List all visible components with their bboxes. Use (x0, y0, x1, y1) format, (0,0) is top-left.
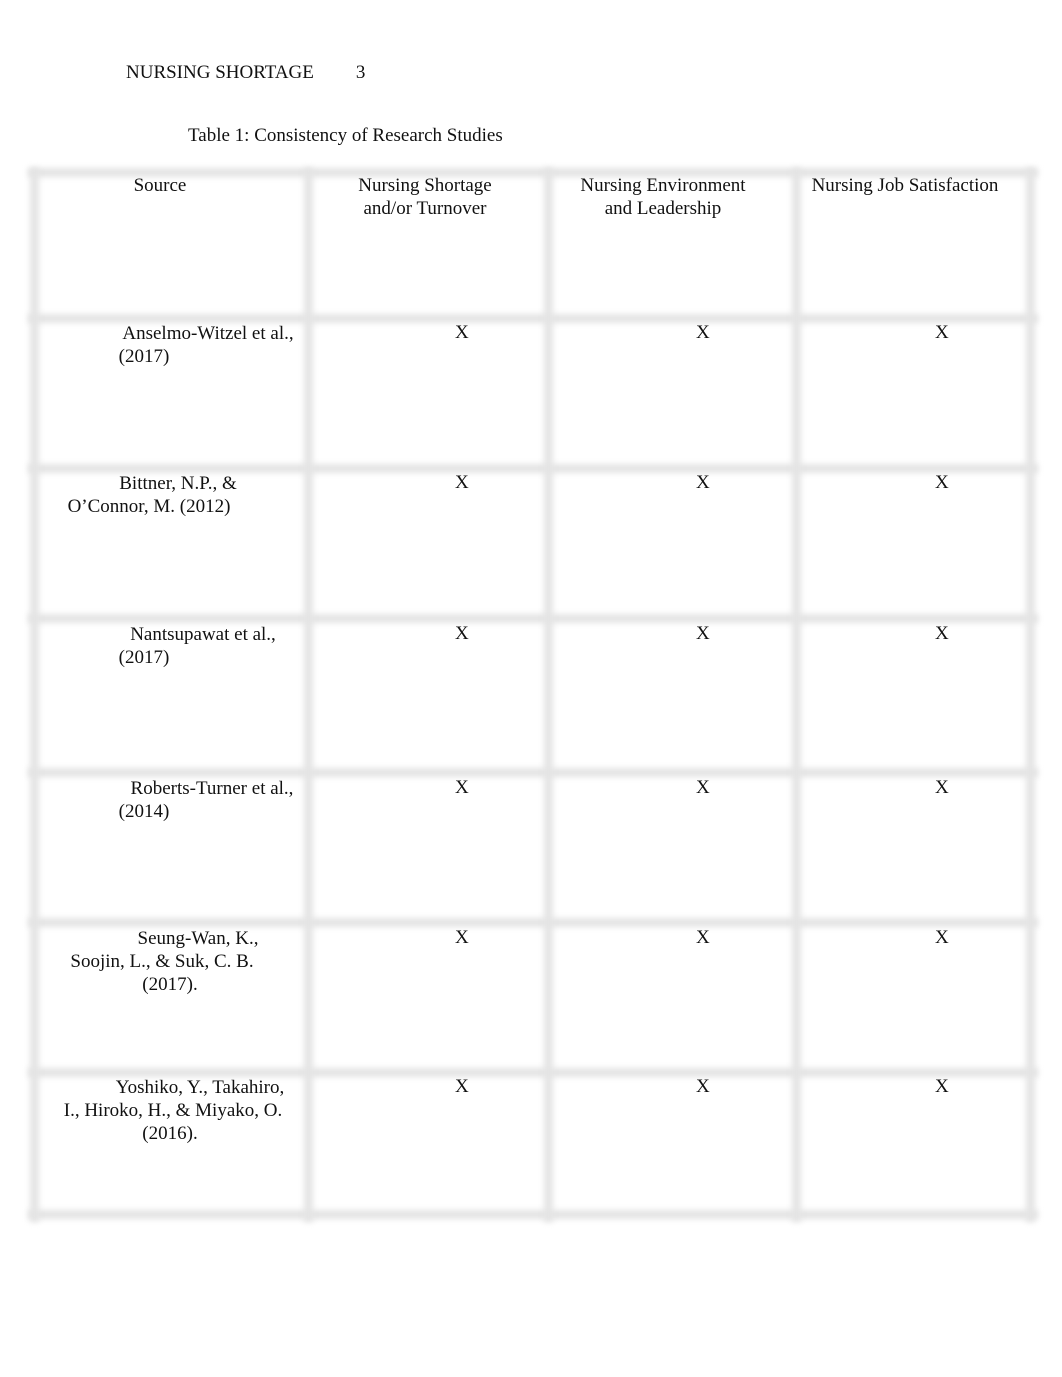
column-header-line: Nursing Shortage (358, 175, 492, 196)
column-header-line: and Leadership (604, 198, 722, 219)
running-head: NURSING SHORTAGE 3 (126, 62, 365, 84)
table-row-source: Anselmo-Witzel et al., (2017) (28, 322, 318, 368)
check-mark-shortage: X (455, 777, 469, 798)
check-mark-environment: X (696, 1076, 710, 1097)
column-header-shortage-turnover: Nursing Shortage and/or Turnover (325, 174, 525, 220)
source-line: I., Hiroko, H., & Miyako, O. (63, 1100, 283, 1121)
source-line: (2017) (118, 346, 170, 367)
check-mark-satisfaction: X (935, 322, 949, 343)
check-mark-shortage: X (455, 623, 469, 644)
column-header-source: Source (68, 174, 252, 197)
source-line: Yoshiko, Y., Takahiro, (115, 1077, 285, 1098)
column-header-environment-leadership: Nursing Environment and Leadership (563, 174, 763, 220)
page-number: 3 (355, 62, 366, 83)
source-line: (2017) (118, 647, 170, 668)
column-divider (544, 168, 553, 1222)
check-mark-shortage: X (455, 472, 469, 493)
table-row-source: Nantsupawat et al., (2017) (28, 623, 318, 669)
column-header-job-satisfaction: Nursing Job Satisfaction (798, 174, 1012, 197)
row-divider (28, 768, 1038, 777)
column-header-line: Source (133, 175, 187, 196)
column-header-line: Nursing Environment (580, 175, 746, 196)
check-mark-satisfaction: X (935, 472, 949, 493)
research-consistency-table: Source Nursing Shortage and/or Turnover … (28, 168, 1038, 1222)
source-line: Seung-Wan, K., (137, 928, 259, 949)
check-mark-shortage: X (455, 1076, 469, 1097)
check-mark-environment: X (696, 777, 710, 798)
source-line: (2017). (142, 974, 198, 995)
table-caption: Table 1: Consistency of Research Studies (188, 125, 503, 146)
check-mark-satisfaction: X (935, 927, 949, 948)
row-divider (28, 614, 1038, 623)
source-line: O’Connor, M. (2012) (67, 496, 231, 517)
source-line: Nantsupawat et al., (130, 624, 276, 645)
table-row-source: Seung-Wan, K., Soojin, L., & Suk, C. B. … (28, 927, 318, 996)
check-mark-environment: X (696, 623, 710, 644)
check-mark-satisfaction: X (935, 1076, 949, 1097)
check-mark-shortage: X (455, 322, 469, 343)
check-mark-environment: X (696, 472, 710, 493)
table-row-source: Yoshiko, Y., Takahiro, I., Hiroko, H., &… (28, 1076, 318, 1145)
source-line: Roberts-Turner et al., (130, 778, 294, 799)
source-line: Anselmo-Witzel et al., (122, 323, 294, 344)
column-header-line: and/or Turnover (363, 198, 487, 219)
table-border-right (1026, 168, 1035, 1222)
check-mark-environment: X (696, 927, 710, 948)
column-divider (792, 168, 801, 1222)
table-row-source: Roberts-Turner et al., (2014) (28, 777, 318, 823)
source-line: (2016). (142, 1123, 198, 1144)
row-divider (28, 918, 1038, 927)
source-line: Bittner, N.P., & (119, 473, 237, 494)
check-mark-shortage: X (455, 927, 469, 948)
table-border-bottom (28, 1210, 1038, 1219)
column-header-line: Nursing Job Satisfaction (811, 175, 999, 196)
source-line: (2014) (118, 801, 170, 822)
check-mark-satisfaction: X (935, 623, 949, 644)
check-mark-environment: X (696, 322, 710, 343)
running-head-title: NURSING SHORTAGE (126, 62, 314, 83)
source-line: Soojin, L., & Suk, C. B. (70, 951, 254, 972)
check-mark-satisfaction: X (935, 777, 949, 798)
table-row-source: Bittner, N.P., & O’Connor, M. (2012) (28, 472, 318, 518)
